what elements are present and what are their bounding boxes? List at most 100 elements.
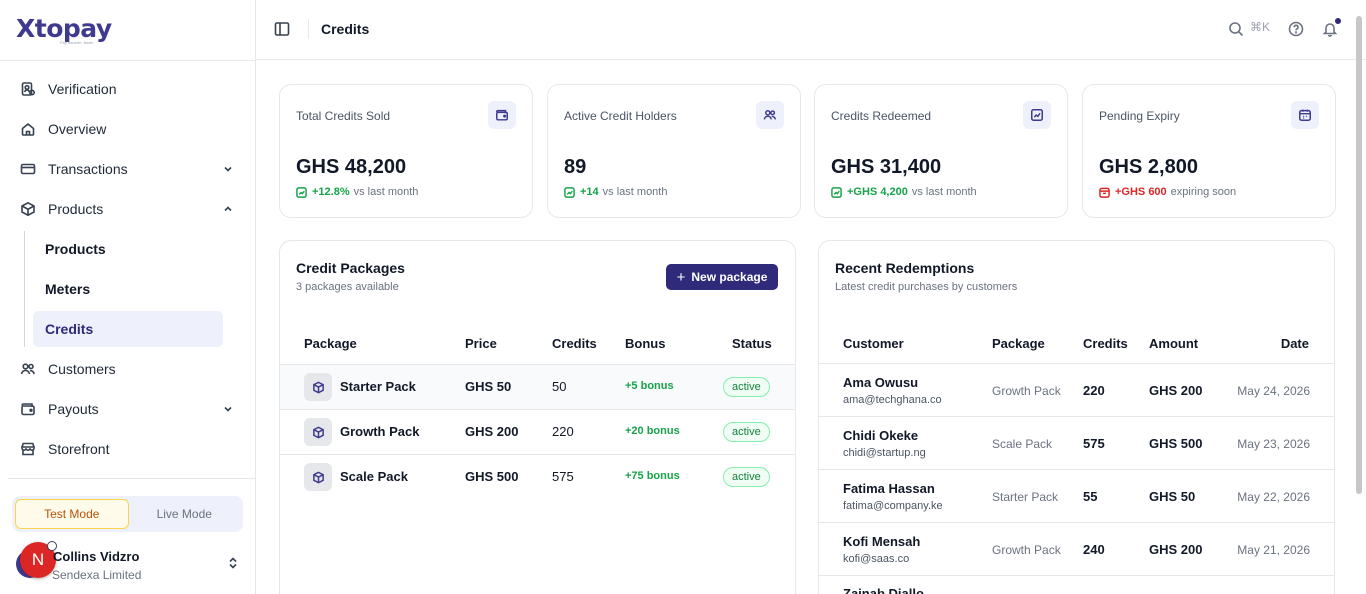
column-header-customer[interactable]: Customer (843, 336, 904, 351)
stat-delta: +GHS 4,200 vs last month (831, 186, 977, 198)
sidebar-subitem-credits[interactable]: Credits (33, 311, 223, 347)
column-header-date[interactable]: Date (1281, 336, 1309, 351)
sidebar-item-storefront[interactable]: Storefront (8, 431, 248, 467)
sidebar-item-verification[interactable]: Verification (8, 71, 248, 107)
column-header-credits[interactable]: Credits (552, 336, 597, 351)
customer-name: Chidi Okeke (843, 428, 919, 443)
redemption-date: May 21, 2026 (1237, 543, 1310, 557)
user-name: Collins Vidzro (53, 549, 140, 564)
sidebar-item-label: Storefront (48, 441, 110, 457)
package-icon (304, 373, 332, 401)
sidebar-divider (8, 478, 255, 479)
stat-delta-note: vs last month (602, 186, 668, 198)
chevron-down-icon (224, 166, 232, 172)
stat-value: GHS 31,400 (831, 156, 942, 178)
package-name: Starter Pack (340, 379, 416, 394)
users-icon (763, 110, 777, 120)
stat-label: Total Credits Sold (296, 109, 391, 123)
stat-card-total-credits-sold: Total Credits Sold GHS 48,200 +12.8% vs … (279, 84, 533, 218)
sidebar-subitem-products[interactable]: Products (33, 231, 223, 267)
redemption-credits: 240 (1083, 542, 1105, 557)
sidebar-toggle-icon[interactable] (274, 21, 290, 37)
card-title: Recent Redemptions (835, 260, 975, 276)
user-organization: Sendexa Limited (52, 568, 142, 582)
sidebar-item-customers[interactable]: Customers (8, 351, 248, 387)
column-header-package[interactable]: Package (992, 336, 1045, 351)
sidebar-item-label: Products (48, 201, 104, 217)
stat-card-credits-redeemed: Credits Redeemed GHS 31,400 +GHS 4,200 v… (814, 84, 1068, 218)
sidebar-item-transactions[interactable]: Transactions (8, 151, 248, 187)
column-header-package[interactable]: Package (304, 336, 357, 351)
plus-icon: + (676, 268, 686, 286)
redemption-amount: GHS 200 (1149, 542, 1203, 557)
table-row[interactable]: Growth Pack GHS 200 220 +20 bonus active (280, 409, 795, 454)
stat-value: GHS 48,200 (296, 156, 407, 178)
user-menu[interactable]: N Collins Vidzro Sendexa Limited (16, 540, 246, 584)
cube-icon (312, 381, 324, 393)
cube-icon (312, 471, 324, 483)
stat-delta-note: vs last month (353, 186, 419, 198)
submenu-line (24, 231, 25, 347)
search-shortcut: ⌘K (1250, 20, 1271, 34)
sidebar-item-label: Overview (48, 121, 107, 137)
sidebar-item-payouts[interactable]: Payouts (8, 391, 248, 427)
stat-delta: +12.8% vs last month (296, 186, 418, 198)
redemption-credits: 55 (1083, 489, 1098, 504)
column-header-price[interactable]: Price (465, 336, 497, 351)
sidebar-item-label: Verification (48, 81, 117, 97)
box-icon (21, 201, 35, 217)
home-icon (21, 122, 35, 136)
column-header-status[interactable]: Status (732, 336, 772, 351)
chevron-up-down-icon (229, 557, 237, 569)
chevron-up-icon (224, 206, 232, 212)
customer-email: kofi@saas.co (843, 553, 910, 565)
table-row[interactable]: Fatima Hassan fatima@company.ke Starter … (819, 469, 1334, 522)
customer-name: Ama Owusu (843, 375, 919, 390)
package-name: Scale Pack (340, 469, 408, 484)
table-row[interactable]: Zainab Diallo (819, 575, 1334, 594)
brand-logo[interactable]: Xtopay Pay smarter, faster (16, 10, 112, 45)
stat-delta-note: vs last month (911, 186, 977, 198)
package-icon (304, 463, 332, 491)
stat-value: 89 (564, 156, 587, 178)
package-credits: 575 (552, 469, 574, 484)
calendar-icon (1299, 109, 1311, 121)
sidebar-item-products[interactable]: Products (8, 191, 248, 227)
stat-card-active-credit-holders: Active Credit Holders 89 +14 vs last mon… (547, 84, 801, 218)
search-icon[interactable] (1228, 21, 1244, 37)
table-row[interactable]: Chidi Okeke chidi@startup.ng Scale Pack … (819, 416, 1334, 469)
redemption-date: May 22, 2026 (1237, 490, 1310, 504)
table-row[interactable]: Ama Owusu ama@techghana.co Growth Pack 2… (819, 363, 1334, 416)
stat-label: Pending Expiry (1099, 109, 1180, 123)
scrollbar[interactable] (1356, 16, 1362, 494)
help-icon[interactable] (1288, 21, 1304, 37)
test-mode-button[interactable]: Test Mode (15, 499, 129, 529)
redemption-credits: 220 (1083, 383, 1105, 398)
sidebar-item-overview[interactable]: Overview (8, 111, 248, 147)
column-header-amount[interactable]: Amount (1149, 336, 1198, 351)
card-subtitle: 3 packages available (296, 281, 399, 293)
redemption-amount: GHS 200 (1149, 383, 1203, 398)
topbar-separator (308, 19, 309, 39)
redemption-package: Scale Pack (992, 437, 1053, 451)
card-subtitle: Latest credit purchases by customers (835, 281, 1018, 293)
table-row[interactable]: Kofi Mensah kofi@saas.co Growth Pack 240… (819, 522, 1334, 575)
live-mode-button[interactable]: Live Mode (129, 499, 241, 529)
sidebar-subitem-label: Products (45, 241, 106, 257)
package-credits: 220 (552, 424, 574, 439)
sidebar-divider (0, 60, 256, 61)
table-row[interactable]: Starter Pack GHS 50 50 +5 bonus active (280, 364, 795, 409)
sidebar-item-label: Customers (48, 361, 116, 377)
column-header-bonus[interactable]: Bonus (625, 336, 665, 351)
brand-tagline: Pay smarter, faster (60, 40, 94, 45)
stat-icon (1291, 101, 1319, 129)
sidebar-subitem-meters[interactable]: Meters (33, 271, 223, 307)
column-header-credits[interactable]: Credits (1083, 336, 1128, 351)
package-name: Growth Pack (340, 424, 420, 439)
card-icon (20, 163, 36, 175)
stat-delta: +GHS 600 expiring soon (1099, 186, 1236, 198)
new-package-button[interactable]: + New package (666, 264, 778, 290)
table-row[interactable]: Scale Pack GHS 500 575 +75 bonus active (280, 454, 795, 499)
credit-packages-card: Credit Packages 3 packages available + N… (279, 240, 796, 594)
stat-delta: +14 vs last month (564, 186, 667, 198)
